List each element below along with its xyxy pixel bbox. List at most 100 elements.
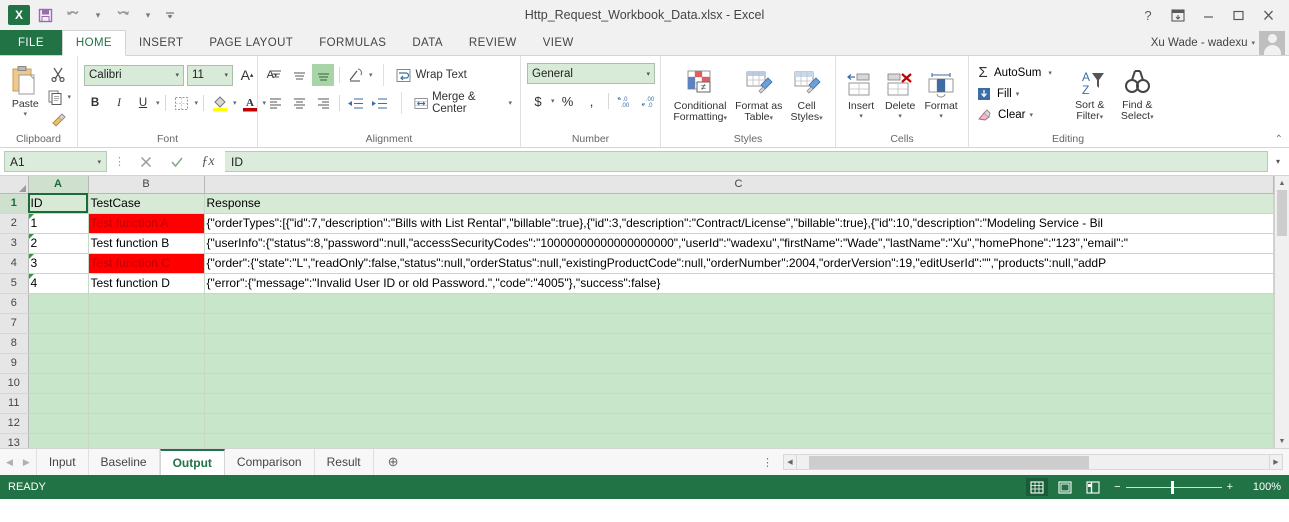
decrease-decimal-button[interactable]: .00.0 (638, 90, 660, 112)
cell-a4[interactable]: 3 (28, 253, 89, 274)
cell-c13[interactable] (204, 433, 1274, 448)
row-header-11[interactable]: 11 (0, 393, 29, 414)
sheet-tab-overflow-icon[interactable]: ⋮ (752, 456, 783, 469)
cell-a5[interactable]: 4 (28, 273, 89, 294)
cell-b11[interactable] (88, 393, 205, 414)
format-as-table-button[interactable]: Format as Table▾ (733, 63, 784, 124)
delete-cells-caret-icon[interactable]: ▾ (898, 112, 902, 120)
cell-b7[interactable] (88, 313, 205, 334)
zoom-thumb[interactable] (1170, 480, 1174, 494)
horizontal-scroll-thumb[interactable] (809, 456, 1089, 469)
insert-cells-button[interactable]: Insert ▾ (842, 63, 880, 120)
insert-function-button[interactable]: ƒx (194, 151, 222, 173)
autosum-label[interactable]: AutoSum (994, 67, 1041, 79)
delete-cells-button[interactable]: Delete ▾ (880, 63, 920, 120)
cell-c11[interactable] (204, 393, 1274, 414)
page-break-preview-button[interactable] (1082, 478, 1104, 496)
ribbon-display-options-icon[interactable] (1163, 2, 1193, 28)
formula-input[interactable]: ID (225, 151, 1268, 172)
align-top-button[interactable] (264, 64, 286, 86)
currency-button[interactable]: $ (527, 90, 549, 112)
clear-caret-icon[interactable]: ▾ (1029, 111, 1033, 119)
cut-button[interactable] (44, 63, 71, 85)
column-header-c[interactable]: C (204, 176, 1274, 194)
bold-button[interactable]: B (84, 92, 106, 114)
fill-color-caret-icon[interactable]: ▾ (233, 99, 237, 107)
zoom-out-button[interactable]: − (1114, 481, 1120, 493)
close-button[interactable] (1253, 2, 1283, 28)
cell-a11[interactable] (28, 393, 89, 414)
cell-a13[interactable] (28, 433, 89, 448)
add-sheet-button[interactable]: ⊕ (374, 449, 413, 475)
cell-a12[interactable] (28, 413, 89, 434)
merge-center-button[interactable]: Merge & Center ▾ (412, 91, 514, 115)
redo-caret-icon[interactable]: ▾ (138, 4, 158, 26)
sheet-tab-result[interactable]: Result (315, 449, 374, 475)
find-select-button[interactable]: Find & Select▾ (1114, 62, 1161, 123)
column-header-b[interactable]: B (88, 176, 205, 194)
column-header-a[interactable]: A (28, 176, 89, 194)
tab-view[interactable]: VIEW (530, 30, 587, 55)
redo-icon[interactable] (110, 4, 136, 26)
page-layout-view-button[interactable] (1054, 478, 1076, 496)
cell-c7[interactable] (204, 313, 1274, 334)
number-format-select[interactable]: General ▾ (527, 63, 655, 84)
maximize-button[interactable] (1223, 2, 1253, 28)
format-cells-button[interactable]: Format ▾ (920, 63, 962, 120)
cell-a8[interactable] (28, 333, 89, 354)
save-icon[interactable] (32, 4, 58, 26)
paste-button[interactable]: Paste ▾ (6, 61, 44, 118)
tab-formulas[interactable]: FORMULAS (306, 30, 399, 55)
undo-icon[interactable] (60, 4, 86, 26)
cell-c10[interactable] (204, 373, 1274, 394)
wrap-text-button[interactable]: Wrap Text (394, 64, 469, 86)
row-header-10[interactable]: 10 (0, 373, 29, 394)
align-left-button[interactable] (264, 92, 286, 114)
cell-a7[interactable] (28, 313, 89, 334)
paste-caret-icon[interactable]: ▾ (23, 110, 27, 118)
borders-button[interactable] (171, 92, 193, 114)
format-cells-caret-icon[interactable]: ▾ (939, 112, 943, 120)
cell-a10[interactable] (28, 373, 89, 394)
row-header-12[interactable]: 12 (0, 413, 29, 434)
underline-button[interactable]: U (132, 92, 154, 114)
percent-button[interactable]: % (557, 90, 579, 112)
vertical-scrollbar[interactable]: ▲ ▼ (1274, 176, 1289, 448)
cell-b2[interactable]: Test function A (88, 213, 205, 234)
align-center-button[interactable] (288, 92, 310, 114)
cell-b10[interactable] (88, 373, 205, 394)
tab-data[interactable]: DATA (399, 30, 456, 55)
align-right-button[interactable] (312, 92, 334, 114)
cell-b6[interactable] (88, 293, 205, 314)
row-header-3[interactable]: 3 (0, 233, 29, 254)
font-name-input[interactable]: Calibri ▾ (84, 64, 184, 86)
sheet-tab-input[interactable]: Input (37, 449, 89, 475)
cell-b5[interactable]: Test function D (88, 273, 205, 294)
clear-label[interactable]: Clear (998, 109, 1025, 121)
expand-formula-bar-button[interactable]: ▾ (1271, 151, 1285, 172)
tab-page-layout[interactable]: PAGE LAYOUT (196, 30, 306, 55)
currency-caret-icon[interactable]: ▾ (551, 97, 555, 105)
confirm-entry-button[interactable] (163, 151, 191, 173)
name-box-caret-icon[interactable]: ▾ (97, 158, 101, 166)
fill-caret-icon[interactable]: ▾ (1016, 90, 1020, 98)
vertical-scroll-thumb[interactable] (1277, 190, 1287, 236)
cell-a9[interactable] (28, 353, 89, 374)
row-header-6[interactable]: 6 (0, 293, 29, 314)
row-header-9[interactable]: 9 (0, 353, 29, 374)
tab-home[interactable]: HOME (61, 30, 126, 56)
minimize-button[interactable] (1193, 2, 1223, 28)
row-header-4[interactable]: 4 (0, 253, 29, 274)
scroll-right-button[interactable]: ▶ (1269, 454, 1283, 470)
cell-c2[interactable]: {"orderTypes":[{"id":7,"description":"Bi… (204, 213, 1274, 234)
row-header-2[interactable]: 2 (0, 213, 29, 234)
fill-color-button[interactable] (209, 92, 231, 114)
row-header-7[interactable]: 7 (0, 313, 29, 334)
scroll-left-button[interactable]: ◀ (783, 454, 797, 470)
undo-caret-icon[interactable]: ▾ (88, 4, 108, 26)
cell-c4[interactable]: {"order":{"state":"L","readOnly":false,"… (204, 253, 1274, 274)
cell-c5[interactable]: {"error":{"message":"Invalid User ID or … (204, 273, 1274, 294)
row-header-8[interactable]: 8 (0, 333, 29, 354)
copy-button[interactable] (44, 86, 66, 108)
borders-caret-icon[interactable]: ▾ (195, 99, 199, 107)
